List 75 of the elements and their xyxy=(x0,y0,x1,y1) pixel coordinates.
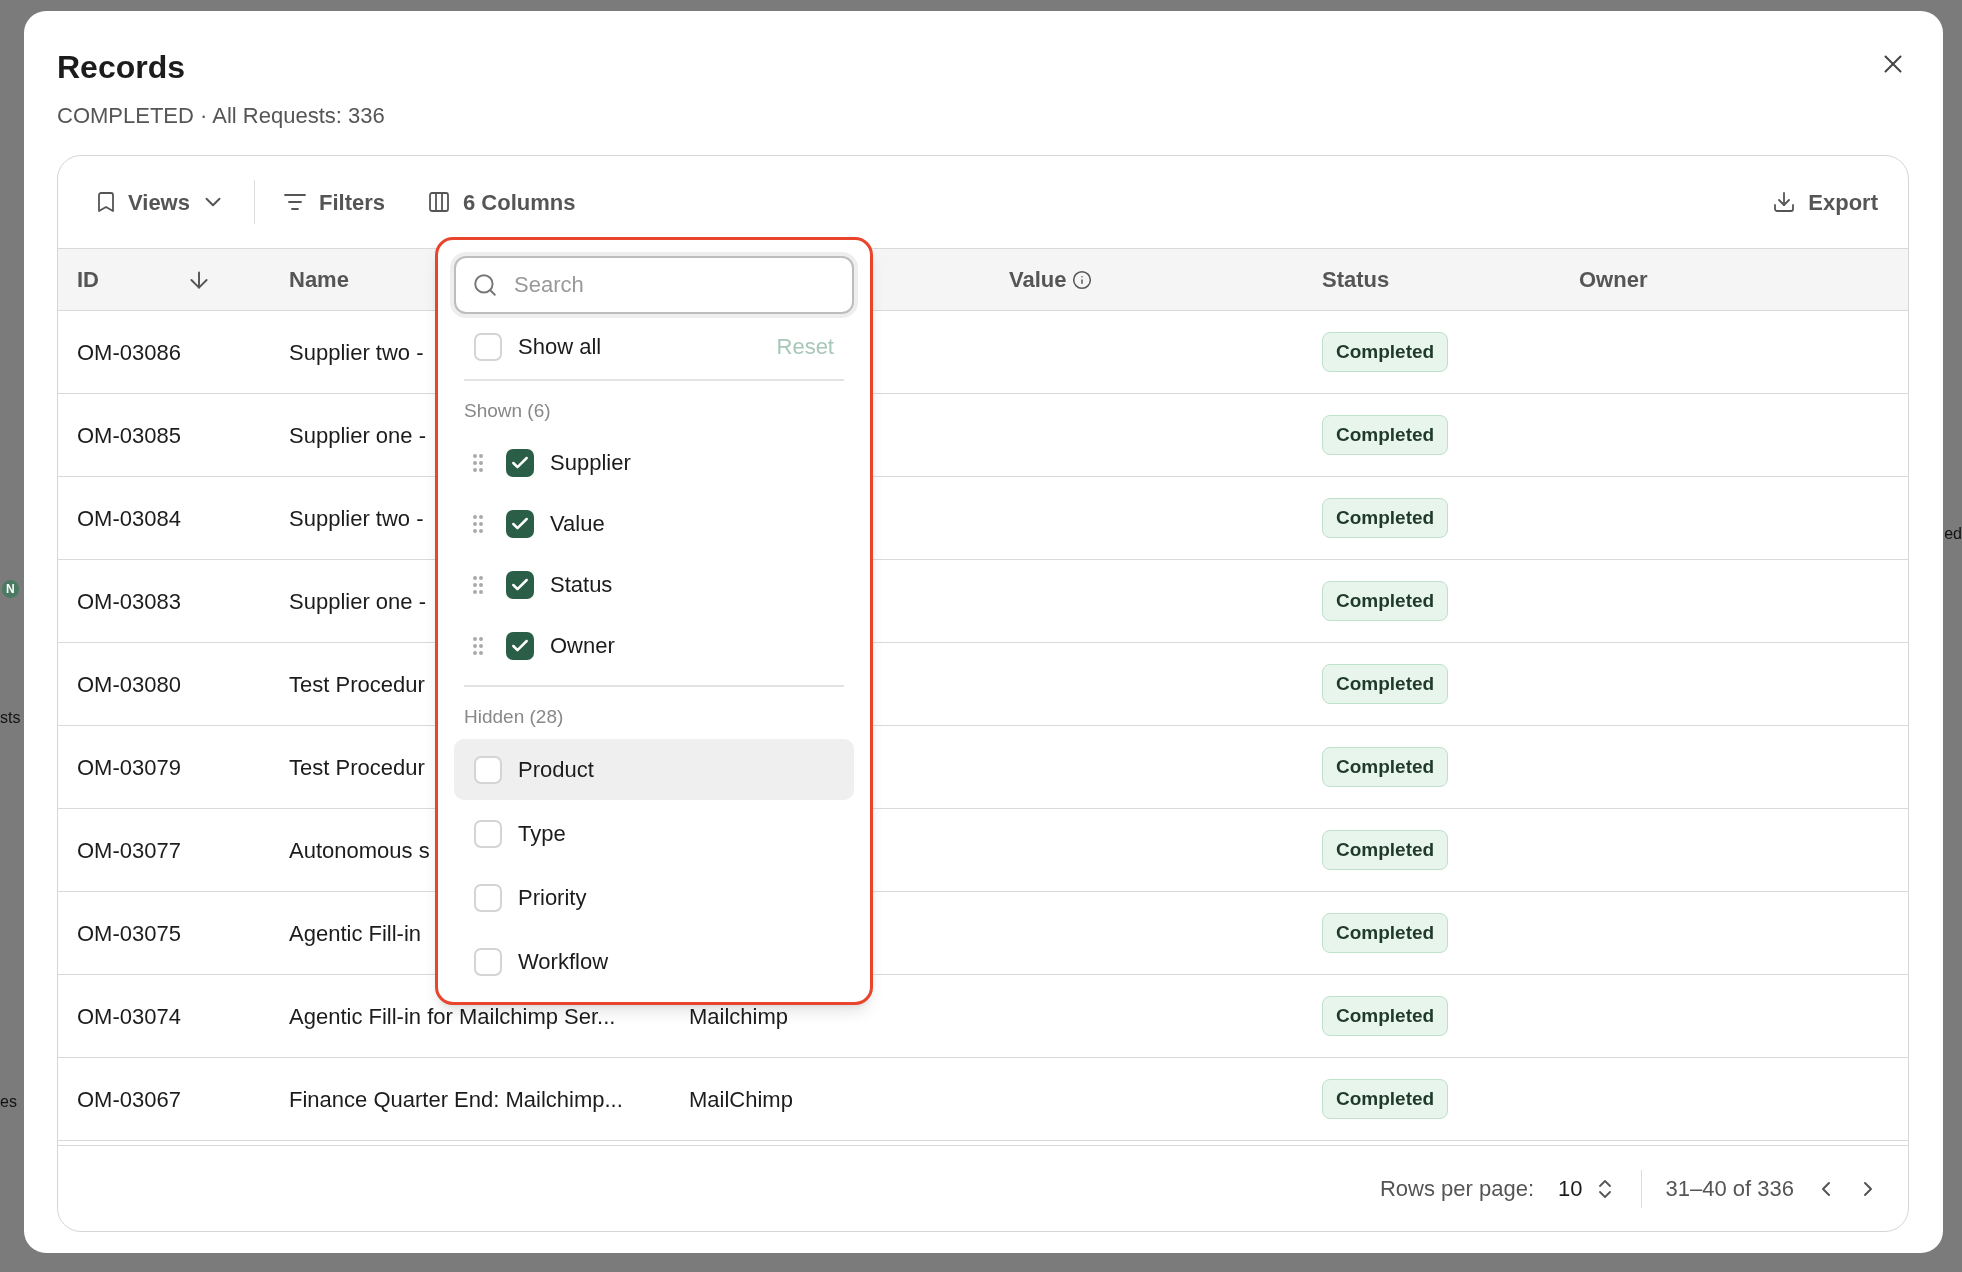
columns-button[interactable]: 6 Columns xyxy=(427,185,576,219)
table-cell-text: Supplier two - xyxy=(289,338,424,367)
column-header[interactable]: Name xyxy=(289,263,349,296)
column-option[interactable]: Workflow xyxy=(454,931,854,992)
table-cell-text: OM-03079 xyxy=(76,753,181,782)
views-button[interactable]: Views xyxy=(94,185,226,219)
column-header[interactable]: Status xyxy=(1322,263,1390,296)
rows-per-page-label: Rows per page: xyxy=(1379,1175,1535,1203)
status-badge: Completed xyxy=(1322,580,1449,622)
table-cell-text: OM-03085 xyxy=(76,421,181,450)
table-cell-text: Test Procedur xyxy=(289,753,425,782)
page-range: 31–40 of 336 xyxy=(1665,1175,1794,1203)
checkbox[interactable] xyxy=(474,947,502,976)
column-header[interactable]: Owner xyxy=(1579,263,1648,296)
table-cell-text: OM-03086 xyxy=(76,338,181,367)
checkbox[interactable] xyxy=(474,819,502,848)
status-badge: Completed xyxy=(1322,414,1449,456)
checkbox[interactable] xyxy=(506,570,534,599)
search-field[interactable]: Search xyxy=(454,256,854,314)
table-cell-text: Autonomous s xyxy=(289,836,430,865)
dialog-subtitle: COMPLETED · All Requests: 336 xyxy=(57,102,386,130)
show-all-label[interactable]: Show all xyxy=(518,330,602,363)
table-cell-text: OM-03077 xyxy=(76,836,181,865)
checkbox[interactable] xyxy=(506,509,534,538)
dialog-title: Records xyxy=(57,48,186,87)
table-cell-text: Mailchimp xyxy=(689,1002,789,1031)
table-cell-text: Supplier one - xyxy=(289,587,426,616)
background-text: es xyxy=(0,1092,17,1112)
checkbox[interactable] xyxy=(474,755,502,784)
table-cell-text: Finance Quarter End: Mailchimp... xyxy=(289,1085,623,1114)
rows-per-page-select[interactable]: 10 xyxy=(1558,1172,1617,1205)
table-cell-text: Agentic Fill-in xyxy=(289,919,422,948)
table-cell-text: OM-03074 xyxy=(76,1002,181,1031)
checkbox[interactable] xyxy=(506,631,534,660)
column-option[interactable]: Value xyxy=(454,494,854,553)
checkbox[interactable] xyxy=(506,448,534,477)
column-header[interactable]: Value xyxy=(1009,263,1093,296)
status-badge: Completed xyxy=(1322,497,1449,539)
column-header[interactable]: ID xyxy=(77,263,212,296)
info-icon xyxy=(1072,269,1093,290)
table-cell-text: Agentic Fill-in for Mailchimp Ser... xyxy=(289,1002,616,1031)
checkbox[interactable] xyxy=(474,883,502,912)
table-cell-text: OM-03080 xyxy=(76,670,181,699)
checkbox[interactable] xyxy=(474,332,502,361)
status-badge: Completed xyxy=(1322,331,1449,373)
status-badge: Completed xyxy=(1322,829,1449,871)
table-cell-text: MailChimp xyxy=(689,1085,793,1114)
table-cell-text: Supplier two - xyxy=(289,504,424,533)
search-icon xyxy=(472,272,498,298)
status-badge: Completed xyxy=(1322,663,1449,705)
table-cell-text: Supplier one - xyxy=(289,421,426,450)
status-badge: Completed xyxy=(1322,912,1449,954)
column-option[interactable]: Supplier xyxy=(454,433,854,492)
table-cell-text: OM-03083 xyxy=(76,587,181,616)
group-title: Hidden (28) xyxy=(464,704,564,729)
status-badge: N xyxy=(2,580,19,598)
columns-icon xyxy=(427,190,451,214)
background-text: ed xyxy=(1944,524,1962,544)
table-cell-text: Test Procedur xyxy=(289,670,425,699)
table-cell-text: OM-03075 xyxy=(76,919,181,948)
background-text: sts xyxy=(0,708,21,728)
export-button[interactable]: Export xyxy=(1772,185,1878,219)
column-option[interactable]: Type xyxy=(454,803,854,864)
filters-button[interactable]: Filters xyxy=(283,185,385,219)
table-cell-text: OM-03067 xyxy=(76,1085,181,1114)
column-option[interactable]: Owner xyxy=(454,616,854,675)
status-badge: Completed xyxy=(1322,995,1449,1037)
group-title: Shown (6) xyxy=(464,399,551,423)
status-badge: Completed xyxy=(1322,746,1449,788)
column-option[interactable]: Status xyxy=(454,555,854,614)
column-option[interactable]: Product xyxy=(454,739,854,800)
status-badge: Completed xyxy=(1322,1078,1449,1120)
table-cell-text: OM-03084 xyxy=(76,504,181,533)
download-icon xyxy=(1772,190,1797,214)
column-option[interactable]: Priority xyxy=(454,867,854,928)
